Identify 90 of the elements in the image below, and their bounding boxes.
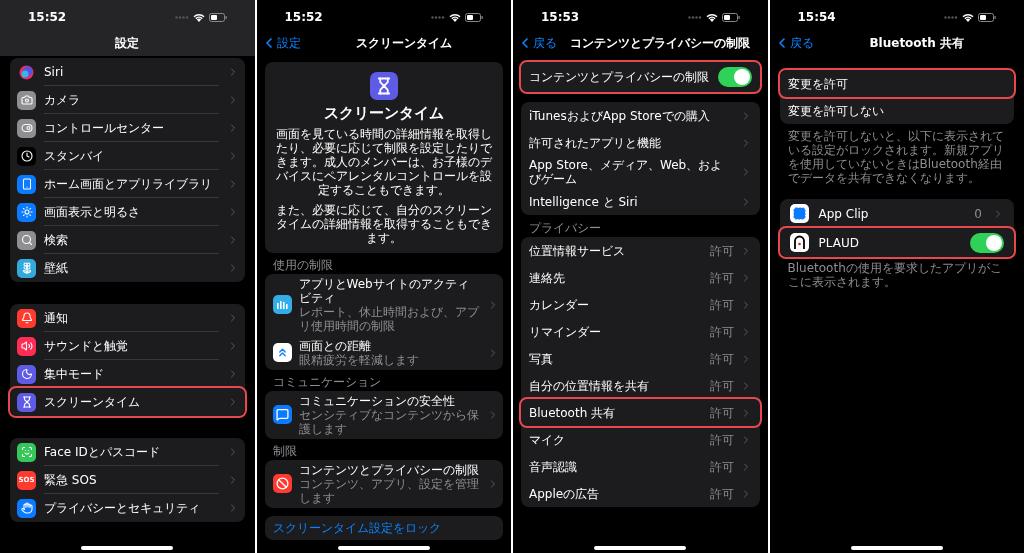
nav-title: Bluetooth 共有 [869,35,965,52]
status-time: 15:52 [28,9,67,26]
signal-icon [687,15,702,19]
status-text: 許可 [709,323,734,341]
settings-row[interactable]: コントロールセンター [10,114,245,142]
status-text: 許可 [709,296,734,314]
toggle-switch[interactable] [970,232,1004,253]
intro-text: 画面を見ている時間の詳細情報を取得したり、必要に応じて制限を設定したりできます。成人のメンバーは、お子様のデバイスにペアレンタルコントロールを設定することもできます。 [274,126,493,197]
status-text: 許可 [709,431,734,449]
signal-icon [944,15,958,19]
row-description: コンテンツ、アプリ、設定を管理します [298,476,480,505]
status-text: 許可 [709,350,734,368]
intro-title: スクリーンタイム [323,103,444,124]
signal-icon [431,15,445,19]
settings-row[interactable]: 位置情報サービス 許可 [521,237,760,264]
settings-row[interactable]: Intelligence と Siri [521,188,760,215]
toggle-switch[interactable] [717,67,752,87]
app-row[interactable]: PLAUD [779,228,1014,257]
settings-row[interactable]: プライバシーとセキュリティ [10,494,245,522]
settings-row[interactable]: 音声認識 許可 [521,453,760,480]
settings-row[interactable]: 写真 許可 [521,345,760,372]
back-button[interactable]: 設定 [260,34,301,52]
settings-row[interactable]: リマインダー 許可 [521,318,760,345]
wifi-icon [449,12,461,22]
signal-icon [174,15,189,19]
wifi-icon [192,12,205,22]
settings-row[interactable]: コンテンツとプライバシーの制限 コンテンツ、アプリ、設定を管理します [264,459,503,508]
footnote-text: 変更を許可しないと、以下に表示されている設定がロックされます。新規アプリを使用していないときはBluetooth経由でデータを共有できなくなります。 [786,129,1005,185]
settings-row[interactable]: 画面表示と明るさ [10,198,245,226]
battery-icon [721,12,740,22]
settings-row[interactable]: Face IDとパスコード [10,438,245,466]
status-text: 許可 [709,242,734,260]
settings-row[interactable]: 変更を許可 [779,70,1014,97]
status-text: 許可 [709,377,734,395]
settings-row[interactable]: コミュニケーションの安全性 センシティブなコンテンツから保護します [264,390,503,439]
nav-title: スクリーンタイム [355,35,452,52]
section-header: 使用の制限 [271,257,334,272]
settings-row[interactable]: Appleの広告 許可 [521,480,760,507]
settings-row[interactable]: App Store、メディア、Web、およびゲーム [521,156,760,188]
app-clip-icon [789,204,809,223]
settings-row[interactable]: Siri [10,58,245,86]
settings-row[interactable]: 通知 [10,304,245,332]
status-time: 15:54 [797,9,836,26]
settings-row[interactable]: スクリーンタイム [10,388,245,416]
settings-row[interactable]: 集中モード [10,360,245,388]
battery-icon [978,12,996,22]
status-text: 許可 [709,485,734,503]
settings-row[interactable]: ホーム画面とアプリライブラリ [10,170,245,198]
wifi-icon [705,12,718,22]
battery-icon [465,12,483,22]
hourglass-icon [369,72,398,100]
settings-row[interactable]: カメラ [10,86,245,114]
settings-row[interactable]: サウンドと触覚 [10,332,245,360]
status-text: 許可 [709,458,734,476]
app-row[interactable]: App Clip 0 [779,199,1014,228]
settings-row[interactable]: マイク 許可 [521,426,760,453]
back-button[interactable]: 戻る [517,34,557,52]
settings-row[interactable]: 許可されたアプリと機能 [521,129,760,156]
settings-row[interactable]: スタンバイ [10,142,245,170]
count-text: 0 [974,205,982,223]
status-time: 15:52 [284,9,323,26]
row-description: センシティブなコンテンツから保護します [298,407,480,436]
section-header: コミュニケーション [271,374,382,389]
settings-row[interactable]: 変更を許可しない [779,97,1014,124]
footnote-text: Bluetoothの使用を要求したアプリがここに表示されます。 [786,261,1003,289]
settings-row[interactable]: アプリとWebサイトのアクティビティ レポート、休止時間および、アプリ使用時間の制限 [264,273,503,336]
settings-row[interactable]: 連絡先 許可 [521,264,760,291]
settings-row[interactable]: 画面との距離 眼精疲労を軽減します [264,335,503,370]
wifi-icon [962,12,974,22]
section-header: プライバシー [528,221,602,235]
status-text: 許可 [709,269,734,287]
row-label: コンテンツとプライバシーの制限 [529,69,710,86]
nav-title: 設定 [115,35,140,52]
row-description: 眼精疲労を軽減します [298,352,420,367]
status-time: 15:53 [541,9,580,26]
settings-row[interactable]: カレンダー 許可 [521,291,760,318]
lock-settings-link[interactable]: スクリーンタイム設定をロック [264,515,503,540]
arch-logo-icon [789,233,809,252]
status-text: 許可 [709,404,734,422]
section-header: 制限 [271,443,298,458]
row-description: レポート、休止時間および、アプリ使用時間の制限 [298,304,480,333]
battery-icon [208,12,227,22]
settings-row[interactable]: 自分の位置情報を共有 許可 [521,372,760,399]
settings-row[interactable]: 壁紙 [10,254,245,282]
intro-text: また、必要に応じて、自分のスクリーンタイムの詳細情報を取得することもできます。 [274,202,493,245]
back-button[interactable]: 戻る [773,34,814,52]
settings-row[interactable]: iTunesおよびApp Storeでの購入 [521,102,760,129]
nav-title: コンテンツとプライバシーの制限 [570,35,751,52]
settings-row[interactable]: 検索 [10,226,245,254]
settings-row[interactable]: Bluetooth 共有 許可 [521,399,760,426]
